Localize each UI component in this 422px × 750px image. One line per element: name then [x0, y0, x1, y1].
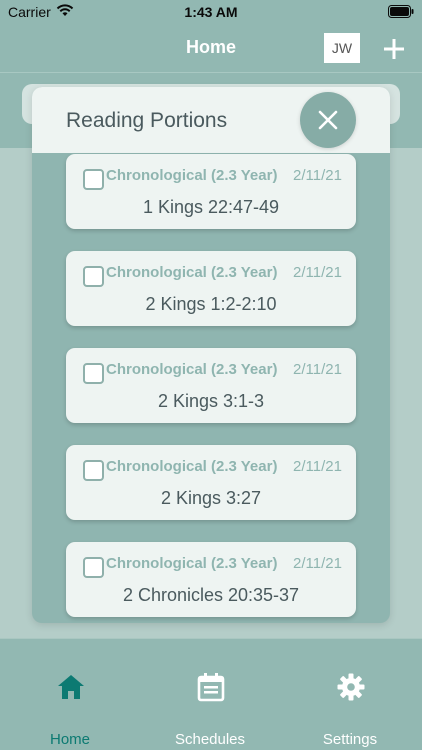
tab-bar: Home Schedules Settings — [0, 638, 422, 750]
portion-date: 2/11/21 — [293, 264, 342, 281]
tab-label: Home — [49, 731, 90, 748]
portion-date: 2/11/21 — [293, 361, 342, 378]
portion-text: 1 Kings 22:47-49 — [142, 197, 280, 217]
portion-item[interactable]: Chronological (2.3 Year) 2/11/21 1 Kings… — [66, 154, 356, 229]
add-icon[interactable] — [382, 37, 406, 61]
battery-icon — [388, 5, 414, 18]
tab-label: Settings — [322, 731, 378, 748]
schedule-name: Chronological (2.3 Year) — [106, 167, 278, 184]
gear-icon — [337, 673, 365, 701]
portion-item[interactable]: Chronological (2.3 Year) 2/11/21 2 Kings… — [66, 445, 356, 520]
home-icon — [58, 675, 84, 699]
close-icon — [318, 110, 338, 130]
portion-item[interactable]: Chronological (2.3 Year) 2/11/21 2 Kings… — [66, 348, 356, 423]
portion-item[interactable]: Chronological (2.3 Year) 2/11/21 2 Chron… — [66, 542, 356, 617]
portion-checkbox[interactable] — [83, 557, 104, 578]
portion-checkbox[interactable] — [83, 169, 104, 190]
portion-date: 2/11/21 — [293, 167, 342, 184]
portion-text: 2 Chronicles 20:35-37 — [122, 585, 300, 605]
schedule-name: Chronological (2.3 Year) — [106, 555, 278, 572]
tab-label: Schedules — [174, 731, 246, 748]
modal-header: Reading Portions — [32, 87, 390, 153]
portion-text: 2 Kings 1:2-2:10 — [145, 294, 277, 314]
portion-item[interactable]: Chronological (2.3 Year) 2/11/21 2 Kings… — [66, 251, 356, 326]
portion-date: 2/11/21 — [293, 458, 342, 475]
schedule-name: Chronological (2.3 Year) — [106, 361, 278, 378]
close-button[interactable] — [300, 92, 356, 148]
reading-portions-modal: Reading Portions Chronological (2.3 Year… — [32, 87, 390, 623]
portion-checkbox[interactable] — [83, 460, 104, 481]
portion-checkbox[interactable] — [83, 266, 104, 287]
tab-home[interactable]: Home — [0, 639, 140, 750]
profile-button[interactable]: JW — [324, 33, 360, 63]
portion-text: 2 Kings 3:27 — [160, 488, 262, 508]
schedule-name: Chronological (2.3 Year) — [106, 458, 278, 475]
tab-schedules[interactable]: Schedules — [140, 639, 280, 750]
modal-title: Reading Portions — [66, 109, 228, 132]
portion-text: 2 Kings 3:1-3 — [157, 391, 265, 411]
calendar-icon — [197, 673, 225, 702]
tab-settings[interactable]: Settings — [280, 639, 420, 750]
portion-date: 2/11/21 — [293, 555, 342, 572]
nav-divider — [0, 72, 422, 73]
portion-checkbox[interactable] — [83, 363, 104, 384]
status-time: 1:43 AM — [184, 4, 238, 20]
status-bar: Carrier 1:43 AM — [0, 0, 422, 26]
schedule-name: Chronological (2.3 Year) — [106, 264, 278, 281]
